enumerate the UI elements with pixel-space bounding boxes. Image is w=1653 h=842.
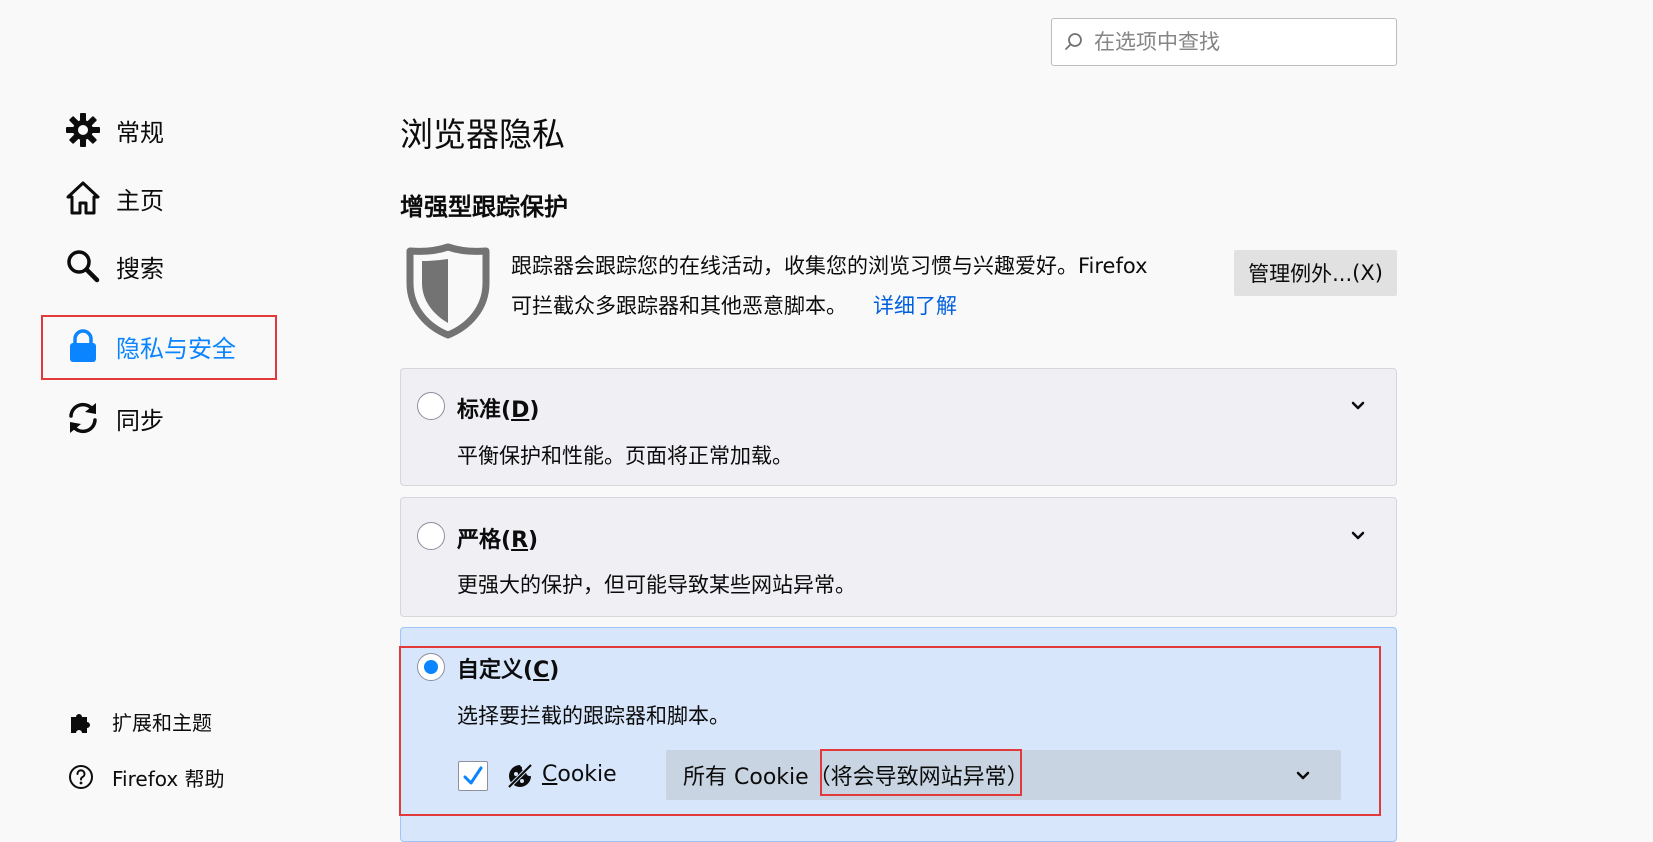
manage-exceptions-accesskey: (X) [1352,261,1383,285]
option-title: 严格(R) [457,528,539,553]
sync-icon [64,399,102,437]
standard-radio[interactable] [417,392,445,420]
etp-description-line: 跟踪器会跟踪您的在线活动，收集您的浏览习惯与兴趣爱好。Firefox [511,254,1148,278]
sidebar-item-label: 隐私与安全 [116,334,236,363]
sidebar-item-label: 同步 [116,406,164,435]
option-description: 更强大的保护，但可能导致某些网站异常。 [457,573,856,597]
sidebar-item-search[interactable]: 搜索 [64,238,164,294]
sidebar-item-sync[interactable]: 同步 [64,390,164,446]
lock-icon [64,327,102,365]
manage-exceptions-label: 管理例外... [1248,262,1353,286]
sidebar-item-label: 主页 [116,186,164,215]
home-icon [64,179,102,217]
cookie-warning-annotation [820,749,1022,796]
sidebar-item-label: 常规 [116,118,164,147]
chevron-down-icon[interactable] [1348,526,1368,546]
sidebar-item-general[interactable]: 常规 [64,102,164,158]
search-input[interactable] [1092,29,1382,55]
sidebar-item-home[interactable]: 主页 [64,170,164,226]
sidebar-footer-label: 扩展和主题 [112,710,212,735]
search-icon [64,247,102,285]
etp-option-standard[interactable]: 标准(D) 平衡保护和性能。页面将正常加载。 [400,368,1397,486]
manage-exceptions-button[interactable]: 管理例外... (X) [1234,250,1397,296]
etp-description-line: 可拦截众多跟踪器和其他恶意脚本。 [511,294,847,318]
strict-radio[interactable] [417,522,445,550]
sidebar-item-label: 搜索 [116,254,164,283]
option-description: 平衡保护和性能。页面将正常加载。 [457,444,793,468]
gear-icon [64,111,102,149]
learn-more-link[interactable]: 详细了解 [873,294,957,318]
shield-icon [406,243,490,339]
page-title: 浏览器隐私 [400,115,565,154]
option-title: 标准(D) [457,398,540,423]
sidebar-footer-label: Firefox 帮助 [112,766,225,791]
sidebar-footer-extensions[interactable]: 扩展和主题 [66,706,212,736]
sidebar-item-privacy[interactable]: 隐私与安全 [64,318,236,374]
etp-option-strict[interactable]: 严格(R) 更强大的保护，但可能导致某些网站异常。 [400,497,1397,617]
section-title: 增强型跟踪保护 [400,193,568,221]
chevron-down-icon[interactable] [1348,396,1368,416]
search-field[interactable] [1051,18,1397,66]
puzzle-icon [66,706,96,736]
help-icon [66,762,96,792]
etp-description: 跟踪器会跟踪您的在线活动，收集您的浏览习惯与兴趣爱好。Firefox 可拦截众多… [511,246,1211,326]
search-icon [1065,33,1082,50]
sidebar-footer-help[interactable]: Firefox 帮助 [66,762,225,792]
